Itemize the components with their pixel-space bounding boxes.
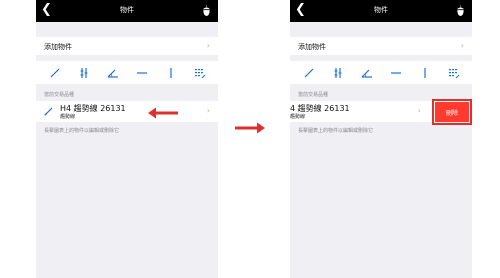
angle-icon[interactable] <box>360 66 374 80</box>
delete-button[interactable]: 刪除 <box>435 102 469 122</box>
channel-icon[interactable] <box>331 66 345 80</box>
drawing-toolbar <box>290 61 472 84</box>
phone-screen-after: ❮ 物件 添加物件 › 當前交易品種 4 趨勢線 26131 趨勢線 › 刪除 … <box>290 0 472 278</box>
add-object-row[interactable]: 添加物件 › <box>290 37 472 55</box>
item-type: 趨勢線 <box>60 114 76 120</box>
acorn-icon[interactable] <box>202 5 211 17</box>
add-object-row[interactable]: 添加物件 › <box>36 37 218 55</box>
chevron-right-icon: › <box>417 106 421 115</box>
chevron-right-icon: › <box>206 106 210 115</box>
horizontal-line-icon[interactable] <box>389 66 403 80</box>
angle-icon[interactable] <box>106 66 120 80</box>
list-item-trendline[interactable]: H4 趨勢線 26131 趨勢線 › <box>36 101 218 122</box>
delete-highlight: 刪除 <box>432 99 472 125</box>
swipe-left-arrow <box>148 107 178 119</box>
add-object-label: 添加物件 <box>44 43 72 51</box>
hint-text: 長擊圖表上的物件以編輯或刪除它 <box>44 128 120 134</box>
page-title: 物件 <box>374 6 388 14</box>
drawing-toolbar <box>36 61 218 84</box>
swiped-row-content: 4 趨勢線 26131 趨勢線 › <box>290 101 427 122</box>
page-title: 物件 <box>120 6 134 14</box>
list-item-trendline-swiped[interactable]: 4 趨勢線 26131 趨勢線 › 刪除 <box>290 99 472 125</box>
diagonal-line-icon[interactable] <box>48 66 62 80</box>
diagonal-line-icon[interactable] <box>302 66 316 80</box>
grid-icon[interactable] <box>193 66 207 80</box>
trendline-icon <box>44 107 53 116</box>
chevron-right-icon: › <box>460 41 464 50</box>
chevron-right-icon: › <box>206 41 210 50</box>
grid-icon[interactable] <box>447 66 461 80</box>
vertical-line-icon[interactable] <box>418 66 432 80</box>
section-title: 當前交易品種 <box>44 92 75 98</box>
phone-screen-before: ❮ 物件 添加物件 › 當前交易品種 H4 趨勢線 26131 趨勢線 › 長擊… <box>36 0 218 278</box>
item-type: 趨勢線 <box>290 114 306 120</box>
transition-arrow <box>235 122 265 134</box>
vertical-line-icon[interactable] <box>164 66 178 80</box>
nav-bar: ❮ 物件 <box>36 0 218 22</box>
horizontal-line-icon[interactable] <box>135 66 149 80</box>
acorn-icon[interactable] <box>456 5 465 17</box>
channel-icon[interactable] <box>77 66 91 80</box>
nav-bar: ❮ 物件 <box>290 0 472 22</box>
add-object-label: 添加物件 <box>298 43 326 51</box>
